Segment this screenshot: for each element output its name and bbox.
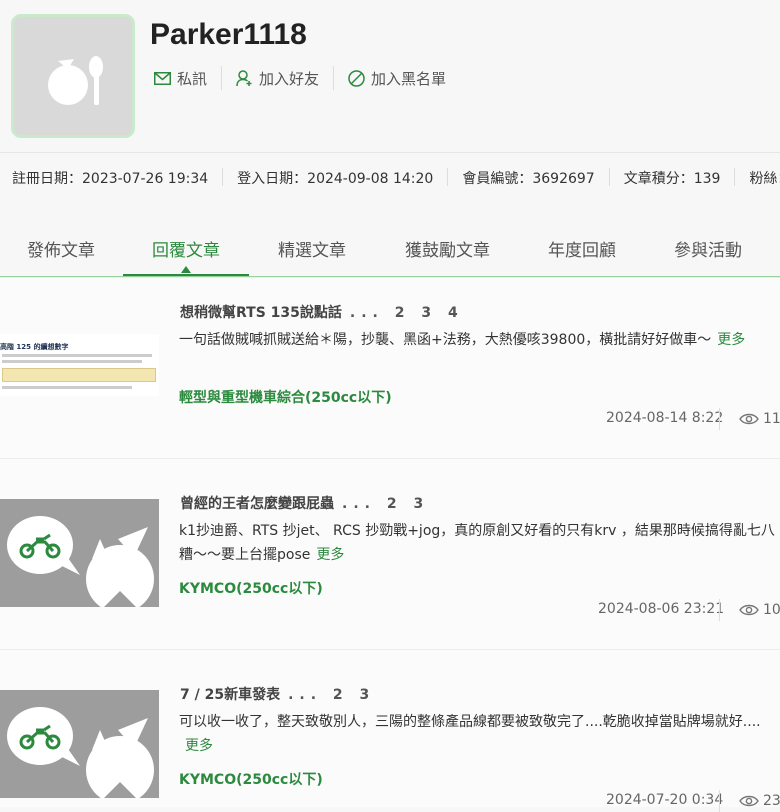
view-count-value: 107	[763, 602, 780, 618]
post-title-text: 曾經的王者怎麼變跟屁蟲	[180, 496, 334, 512]
list-item[interactable]: 高階 125 的續想數字 想稍微幫RTS 135說點話 ... 2 3 4 一句話…	[0, 277, 780, 458]
login-date: 登入日期：2024-09-08 14:20	[237, 168, 449, 187]
more-link[interactable]: 更多	[185, 738, 213, 754]
list-item[interactable]: 7 / 25新車發表 ... 2 3 可以收一收了，整天致敬別人，三陽的整條產品線…	[0, 649, 780, 812]
block-button[interactable]: 加入黑名單	[348, 66, 460, 90]
divider	[719, 790, 720, 812]
default-post-image-icon	[7, 516, 154, 607]
post-thumbnail[interactable]	[0, 499, 159, 607]
tab-featured[interactable]: 精選文章	[278, 236, 346, 261]
profile-actions: 私訊 加入好友 加入黑名單	[154, 66, 474, 90]
post-title[interactable]: 曾經的王者怎麼變跟屁蟲 ... 2 3	[180, 493, 429, 513]
profile-header: Parker1118 私訊 加入好友 加入黑名單 註冊日期：2023-07-26…	[0, 0, 780, 210]
more-link[interactable]: 更多	[316, 547, 344, 563]
tab-encouraged[interactable]: 獲鼓勵文章	[405, 236, 490, 261]
view-count-value: 239	[763, 793, 780, 809]
post-excerpt: k1抄迪爵、RTS 抄jet、 RCS 抄勁戰+jog，真的原創又好看的只有kr…	[179, 519, 780, 567]
post-title-text: 7 / 25新車發表	[180, 687, 281, 703]
profile-tabs: 發佈文章 回覆文章 精選文章 獲鼓勵文章 年度回顧 參與活動	[0, 210, 780, 277]
post-title-text: 想稍微幫RTS 135說點話	[180, 305, 342, 321]
member-stats: 註冊日期：2023-07-26 19:34 登入日期：2024-09-08 14…	[12, 168, 780, 187]
message-button[interactable]: 私訊	[154, 66, 223, 90]
active-tab-caret	[181, 266, 191, 273]
list-item[interactable]: 曾經的王者怎麼變跟屁蟲 ... 2 3 k1抄迪爵、RTS 抄jet、 RCS 抄…	[0, 458, 780, 649]
tab-replies[interactable]: 回覆文章	[152, 236, 220, 261]
member-id: 會員編號：3692697	[462, 168, 610, 187]
username: Parker1118	[150, 18, 307, 51]
page-links[interactable]: ... 2 3 4	[350, 305, 464, 321]
article-points: 文章積分：139	[624, 168, 736, 187]
post-excerpt: 一句話做賊喊抓賊送給＊陽，抄襲、黑函+法務，大熱優咳39800，橫批請好好做車～…	[179, 328, 780, 352]
mail-icon	[154, 71, 171, 85]
page-links[interactable]: ... 2 3	[288, 687, 375, 703]
view-count: 107	[739, 602, 780, 618]
default-post-image-icon	[7, 707, 154, 798]
eye-icon	[739, 604, 759, 616]
post-date: 2024-08-06 23:21	[598, 601, 725, 617]
followers-count: 粉絲：0	[749, 171, 780, 187]
tab-events[interactable]: 參與活動	[674, 236, 742, 261]
view-count: 113	[739, 411, 780, 427]
message-label: 私訊	[177, 69, 208, 88]
post-thumbnail[interactable]: 高階 125 的續想數字	[0, 334, 159, 396]
eye-icon	[739, 413, 759, 425]
view-count-value: 113	[763, 411, 780, 427]
page-links[interactable]: ... 2 3	[342, 496, 429, 512]
post-title[interactable]: 7 / 25新車發表 ... 2 3	[180, 684, 375, 704]
add-friend-button[interactable]: 加入好友	[236, 66, 335, 90]
post-excerpt: 可以收一收了，整天致敬別人，三陽的整條產品線都要被致敬完了....乾脆收掉當貼牌…	[179, 710, 780, 758]
active-tab-indicator	[123, 274, 249, 276]
avatar[interactable]	[11, 14, 135, 138]
add-friend-label: 加入好友	[259, 69, 320, 88]
post-excerpt-text: k1抄迪爵、RTS 抄jet、 RCS 抄勁戰+jog，真的原創又好看的只有kr…	[179, 523, 775, 563]
divider	[719, 599, 720, 621]
post-excerpt-text: 可以收一收了，整天致敬別人，三陽的整條產品線都要被致敬完了....乾脆收掉當貼牌…	[179, 714, 761, 730]
eye-icon	[739, 795, 759, 807]
view-count: 239	[739, 793, 780, 809]
add-friend-icon	[236, 69, 252, 86]
register-date: 註冊日期：2023-07-26 19:34	[12, 168, 224, 187]
post-thumbnail[interactable]	[0, 690, 159, 798]
divider	[0, 152, 780, 153]
post-date: 2024-08-14 8:22	[606, 410, 724, 426]
post-excerpt-text: 一句話做賊喊抓賊送給＊陽，抄襲、黑函+法務，大熱優咳39800，橫批請好好做車～	[179, 332, 712, 348]
block-label: 加入黑名單	[371, 69, 447, 88]
forum-category-link[interactable]: KYMCO(250cc以下)	[179, 578, 323, 598]
more-link[interactable]: 更多	[717, 332, 745, 348]
default-avatar-icon	[48, 56, 103, 105]
tab-posts[interactable]: 發佈文章	[27, 236, 95, 261]
forum-category-link[interactable]: 輕型與重型機車綜合(250cc以下)	[179, 387, 392, 407]
thumb-heading: 高階 125 的續想數字	[0, 343, 69, 351]
forum-category-link[interactable]: KYMCO(250cc以下)	[179, 769, 323, 789]
tab-annual-review[interactable]: 年度回顧	[548, 236, 616, 261]
divider	[719, 408, 720, 430]
block-icon	[348, 69, 365, 87]
post-title[interactable]: 想稍微幫RTS 135說點話 ... 2 3 4	[180, 302, 464, 322]
